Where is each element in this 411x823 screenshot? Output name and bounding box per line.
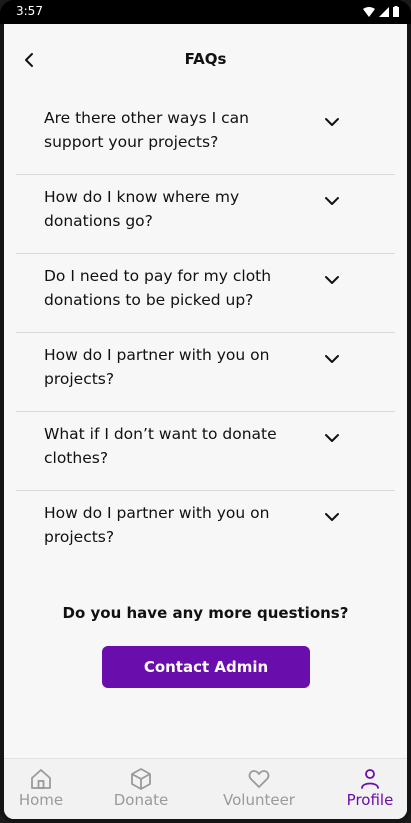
bottom-nav: Home Donate Volunteer Profile xyxy=(4,758,407,819)
faq-item[interactable]: How do I know where my donations go? xyxy=(16,175,395,254)
faq-question: How do I partner with you on projects? xyxy=(44,504,270,546)
faq-question: What if I don’t want to donate clothes? xyxy=(44,425,277,467)
faq-question: Are there other ways I can support your … xyxy=(44,109,249,151)
faq-item[interactable]: How do I partner with you on projects? xyxy=(16,333,395,412)
status-time: 3:57 xyxy=(16,4,43,18)
device-frame: 3:57 FAQs Are there other ways I can sup… xyxy=(0,0,411,823)
contact-admin-button[interactable]: Contact Admin xyxy=(102,646,310,688)
nav-item-home[interactable]: Home xyxy=(16,767,66,809)
home-icon xyxy=(31,769,51,789)
nav-item-volunteer[interactable]: Volunteer xyxy=(218,767,300,809)
chevron-down-icon[interactable] xyxy=(322,191,342,211)
nav-label: Home xyxy=(18,791,64,809)
status-icons xyxy=(363,6,399,17)
nav-label: Volunteer xyxy=(223,791,295,809)
chevron-down-icon[interactable] xyxy=(322,507,342,527)
wifi-icon xyxy=(363,6,375,17)
nav-label: Profile xyxy=(346,791,394,809)
faq-question: Do I need to pay for my cloth donations … xyxy=(44,267,272,309)
faq-item[interactable]: Are there other ways I can support your … xyxy=(16,96,395,175)
signal-icon xyxy=(379,6,389,17)
header: FAQs xyxy=(4,24,407,96)
chevron-down-icon[interactable] xyxy=(322,428,342,448)
more-questions-prompt: Do you have any more questions? xyxy=(62,604,349,622)
battery-icon xyxy=(393,6,399,17)
faq-question: How do I partner with you on projects? xyxy=(44,346,270,388)
chevron-down-icon[interactable] xyxy=(322,112,342,132)
user-icon xyxy=(361,769,379,789)
nav-item-profile[interactable]: Profile xyxy=(344,767,396,809)
box-icon xyxy=(131,768,151,790)
faq-question: How do I know where my donations go? xyxy=(44,188,240,230)
chevron-down-icon[interactable] xyxy=(322,270,342,290)
heart-icon xyxy=(248,770,270,788)
nav-item-donate[interactable]: Donate xyxy=(110,767,172,809)
nav-label: Donate xyxy=(113,791,169,809)
faq-item[interactable]: Do I need to pay for my cloth donations … xyxy=(16,254,395,333)
faq-item[interactable]: How do I partner with you on projects? xyxy=(16,491,395,569)
faq-list: Are there other ways I can support your … xyxy=(16,96,395,569)
chevron-down-icon[interactable] xyxy=(322,349,342,369)
faq-item[interactable]: What if I don’t want to donate clothes? xyxy=(16,412,395,491)
page-title: FAQs xyxy=(184,50,227,68)
faq-screen: FAQs Are there other ways I can support … xyxy=(4,24,407,819)
status-bar: 3:57 xyxy=(0,0,411,24)
